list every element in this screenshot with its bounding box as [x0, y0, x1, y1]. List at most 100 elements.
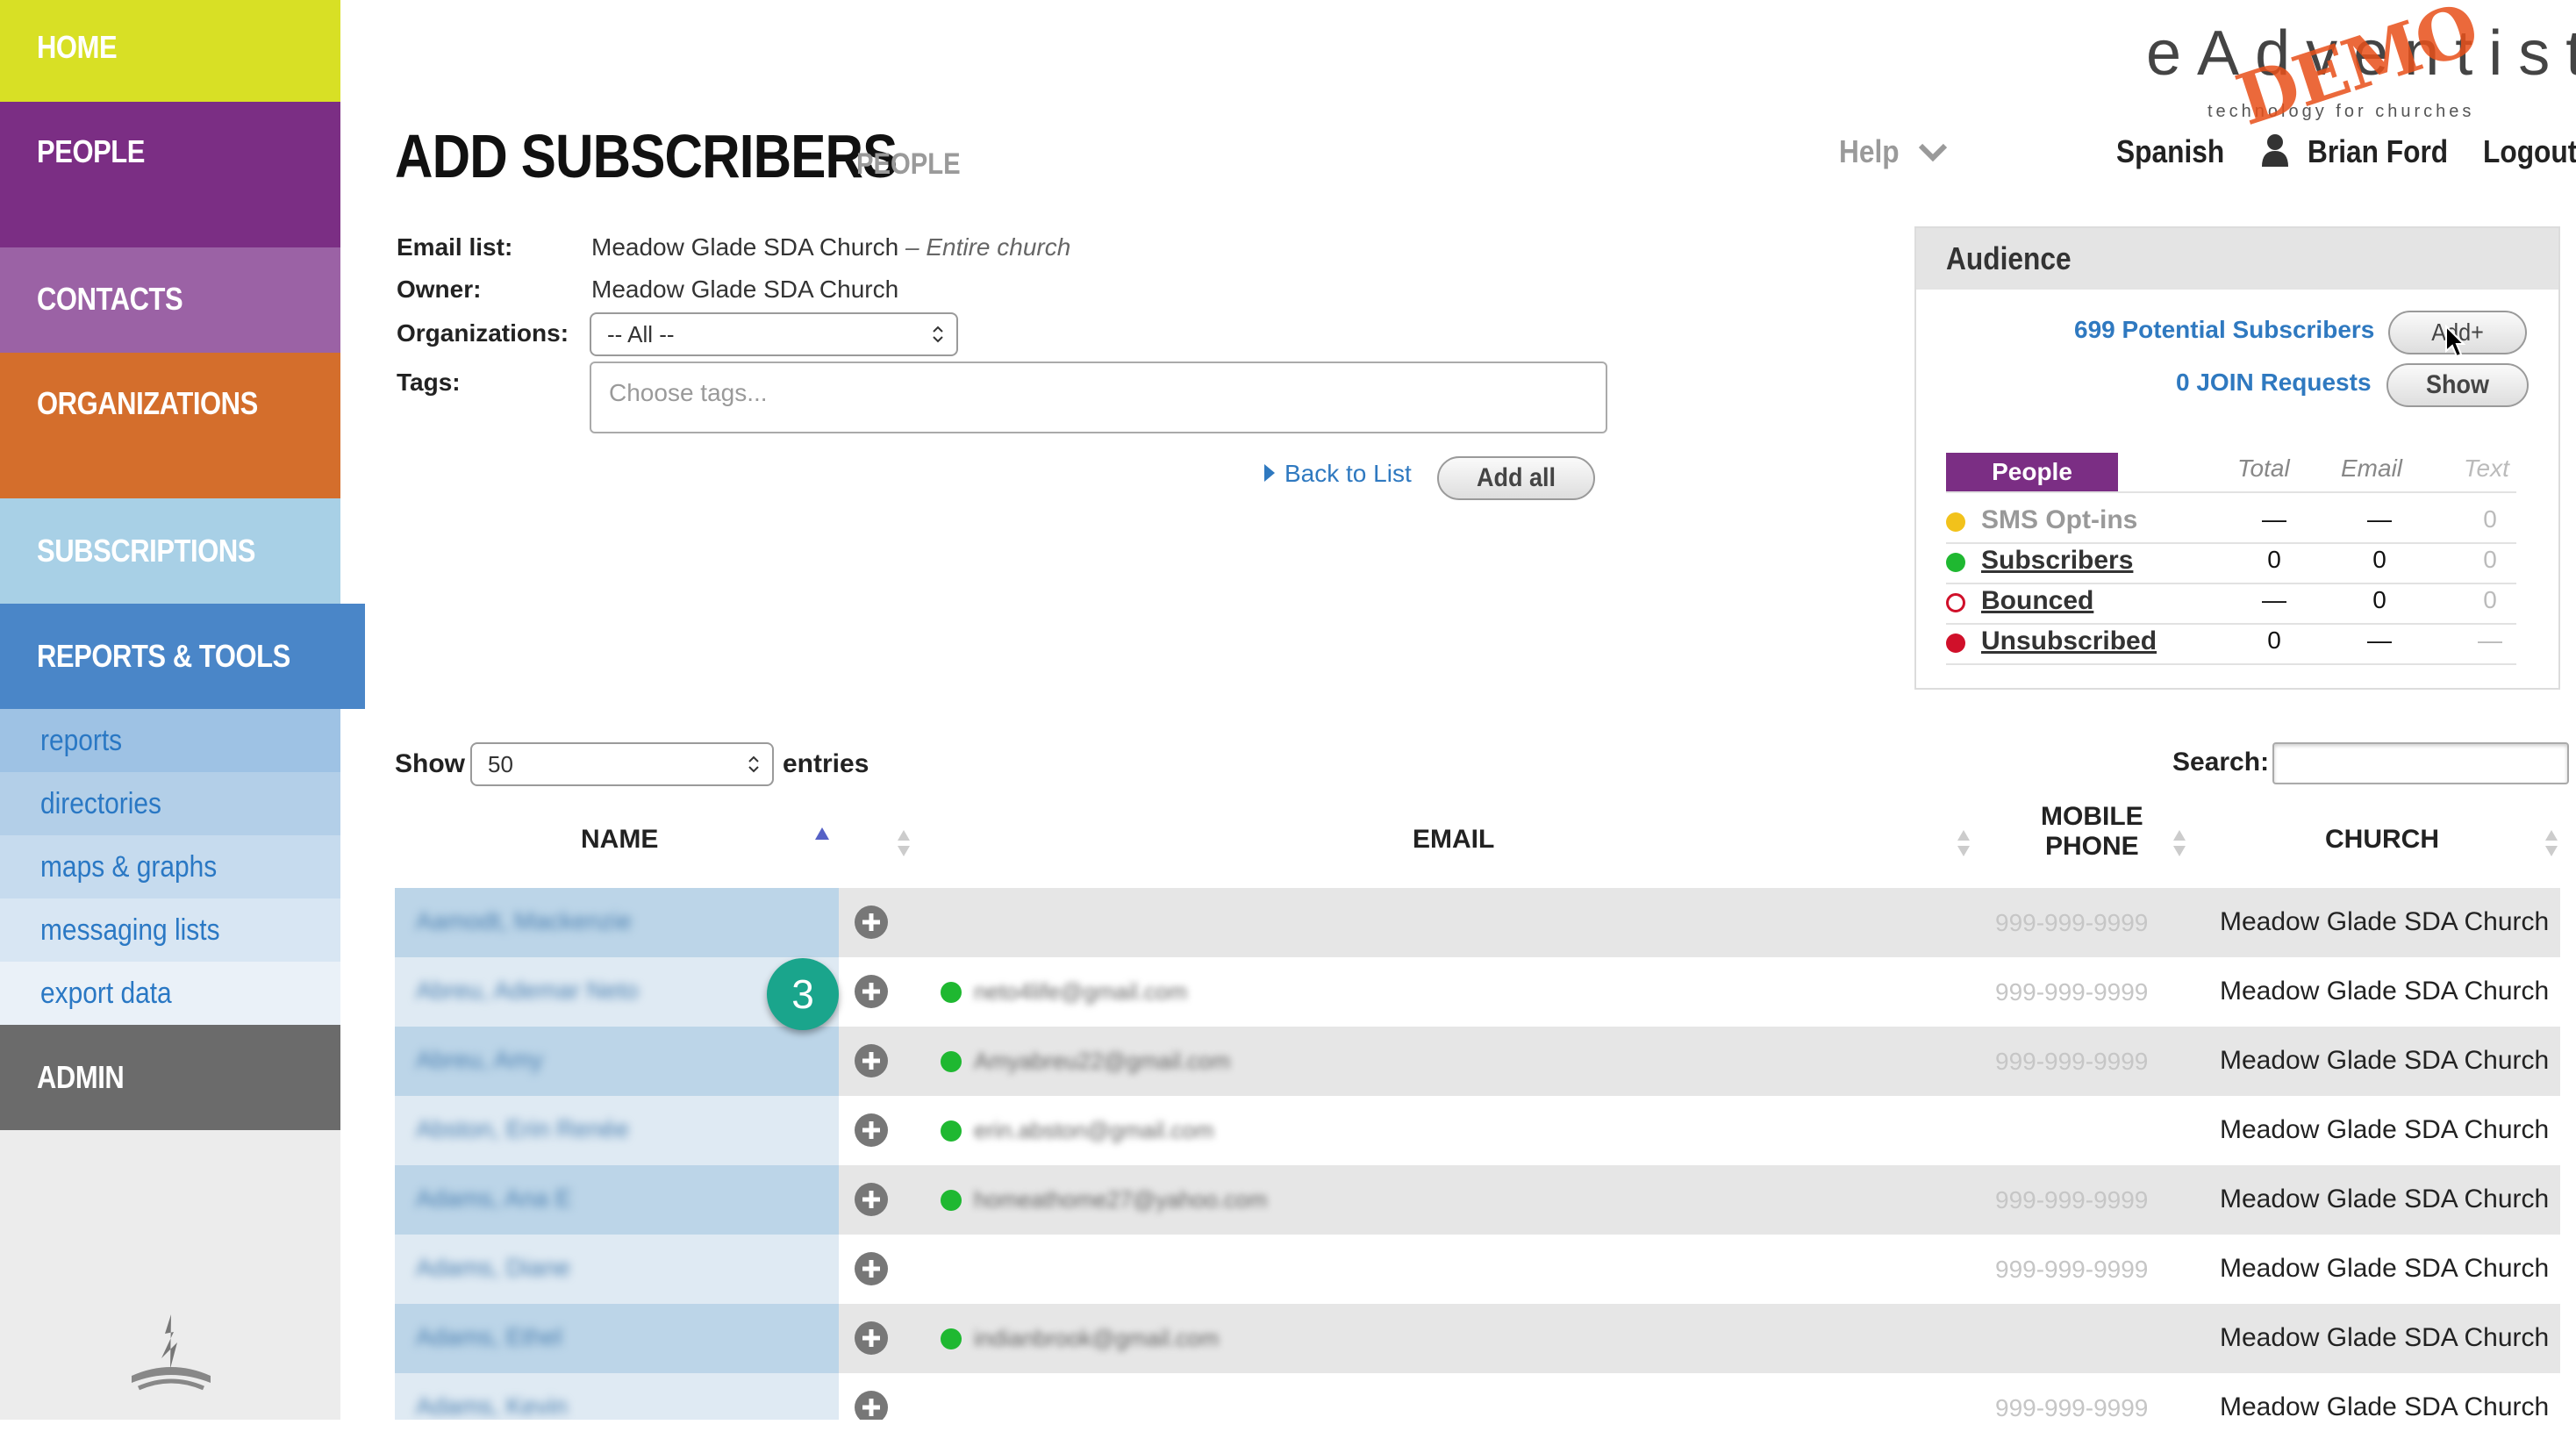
church-cell: Meadow Glade SDA Church [2220, 1392, 2550, 1420]
add-all-button[interactable]: Add all [1437, 456, 1595, 500]
nav-people[interactable]: PEOPLE [0, 102, 340, 247]
email-list-scope: – Entire church [905, 233, 1071, 261]
add-subscriber-icon[interactable] [855, 1113, 888, 1147]
audience-row-sms: SMS Opt-ins — — 0 [1946, 502, 2516, 544]
nav-home[interactable]: HOME [0, 0, 340, 102]
language-link[interactable]: Spanish [2116, 133, 2239, 170]
subscriber-name[interactable]: Adams, Diane [416, 1254, 570, 1282]
add-subscriber-icon[interactable] [855, 1044, 888, 1077]
table-row: Adams, Ana E homeathome27@yahoo.com 999-… [395, 1165, 2560, 1235]
back-to-list-link[interactable]: Back to List [1284, 460, 1412, 488]
sort-icon[interactable] [1957, 828, 1971, 858]
add-subscriber-icon[interactable] [855, 906, 888, 939]
subscriber-name[interactable]: Abston, Erin Renée [416, 1115, 629, 1143]
sort-icon[interactable] [2544, 828, 2558, 858]
add-subscriber-icon[interactable] [855, 1183, 888, 1216]
nav-reports-tools[interactable]: REPORTS & TOOLS [0, 604, 365, 709]
col-email: Email [2341, 455, 2403, 482]
email-status-dot-icon [941, 1120, 962, 1142]
mouse-cursor-icon [2445, 325, 2465, 358]
subnav-maps-graphs[interactable]: maps & graphs [0, 835, 340, 898]
email-status-dot-icon [941, 1051, 962, 1072]
nav-organizations[interactable]: ORGANIZATIONS [0, 353, 340, 498]
subscriber-name[interactable]: Adams, Ana E [416, 1185, 571, 1213]
nav-contacts[interactable]: CONTACTS [0, 247, 340, 353]
tags-input[interactable]: Choose tags... [590, 362, 1607, 433]
phone-cell: 999-999-9999 [1995, 1048, 2149, 1075]
audience-email: 0 [2372, 586, 2386, 613]
add-subscriber-icon[interactable] [855, 1321, 888, 1355]
col-email-header[interactable]: EMAIL [1413, 825, 1494, 855]
select-chevron-icon [748, 755, 759, 773]
status-dot-icon [1946, 512, 1965, 532]
subnav-messaging-lists[interactable]: messaging lists [0, 898, 340, 962]
name-cell: Adams, Diane [395, 1235, 839, 1304]
add-subscriber-icon[interactable] [855, 975, 888, 1008]
nav-admin[interactable]: ADMIN [0, 1025, 340, 1130]
audience-row-label: SMS Opt-ins [1981, 505, 2138, 534]
triangle-right-icon [1264, 464, 1275, 482]
search-input[interactable] [2272, 742, 2569, 784]
subscriber-name[interactable]: Aamodt, Mackenzie [416, 907, 632, 935]
sort-icon[interactable] [2172, 828, 2186, 858]
audience-text: 0 [2483, 546, 2497, 573]
audience-row-label[interactable]: Subscribers [1981, 546, 2133, 576]
table-row: Abreu, Ademar Neto neto4life@gmail.com 9… [395, 957, 2560, 1027]
subscriber-name[interactable]: Abreu, Ademar Neto [416, 977, 639, 1005]
email-cell: erin.abston@gmail.com [974, 1117, 1214, 1143]
table-header: NAME EMAIL MOBILE PHONE CHURCH [395, 790, 2560, 891]
audience-total: — [2262, 586, 2286, 613]
show-join-requests-button[interactable]: Show [2386, 363, 2529, 407]
church-cell: Meadow Glade SDA Church [2220, 1046, 2550, 1075]
add-subscriber-icon[interactable] [855, 1252, 888, 1285]
subscriber-name[interactable]: Abreu, Amy [416, 1046, 543, 1074]
phone-cell: 999-999-9999 [1995, 1394, 2149, 1420]
add-subscriber-icon[interactable] [855, 1391, 888, 1420]
audience-row-label[interactable]: Unsubscribed [1981, 626, 2157, 656]
potential-subscribers-link[interactable]: 699 Potential Subscribers [2074, 316, 2374, 344]
entries-label: entries [783, 749, 869, 778]
col-phone-header[interactable]: MOBILE PHONE [2041, 802, 2143, 862]
audience-email: 0 [2372, 546, 2386, 573]
chevron-down-icon [1918, 143, 1948, 162]
col-name-header[interactable]: NAME [581, 825, 658, 855]
col-phone-header-line1: MOBILE [2041, 802, 2143, 831]
sort-icon[interactable] [897, 828, 911, 858]
subnav-directories[interactable]: directories [0, 772, 340, 835]
eadventist-logo: eAdventist technology for churches DEMO [2146, 0, 2576, 141]
name-cell: Adams, Kevin [395, 1373, 839, 1420]
subscriber-name[interactable]: Adams, Kevin [416, 1392, 568, 1420]
user-name[interactable]: Brian Ford [2308, 133, 2467, 170]
subnav-export-data[interactable]: export data [0, 962, 340, 1025]
col-church-header[interactable]: CHURCH [2325, 825, 2439, 855]
audience-total: — [2262, 505, 2286, 533]
phone-cell: 999-999-9999 [1995, 1256, 2149, 1283]
nav-subscriptions[interactable]: SUBSCRIPTIONS [0, 498, 340, 604]
col-total: Total [2237, 455, 2290, 482]
entries-select[interactable]: 50 [470, 742, 774, 786]
subscriber-name[interactable]: Adams, Ethel [416, 1323, 562, 1351]
viewport-bottom [0, 1420, 2576, 1446]
status-ring-icon [1946, 593, 1965, 612]
table-row: Adams, Kevin 999-999-9999 Meadow Glade S… [395, 1373, 2560, 1420]
audience-row-subscribers[interactable]: Subscribers 0 0 0 [1946, 542, 2516, 584]
email-status-dot-icon [941, 1190, 962, 1211]
help-menu[interactable]: Help [1839, 133, 1948, 170]
subnav-reports[interactable]: reports [0, 709, 340, 772]
church-cell: Meadow Glade SDA Church [2220, 1115, 2550, 1144]
join-requests-link[interactable]: 0 JOIN Requests [2176, 369, 2372, 397]
logout-link[interactable]: Logout [2483, 133, 2576, 170]
church-logo-icon [132, 1314, 211, 1391]
church-cell: Meadow Glade SDA Church [2220, 1254, 2550, 1283]
audience-total: 0 [2267, 546, 2281, 573]
table-row: Aamodt, Mackenzie 999-999-9999 Meadow Gl… [395, 888, 2560, 957]
people-tab[interactable]: People [1946, 453, 2118, 491]
phone-cell: 999-999-9999 [1995, 1186, 2149, 1213]
sort-asc-icon[interactable] [814, 827, 830, 841]
audience-row-unsubscribed[interactable]: Unsubscribed 0 — — [1946, 623, 2516, 665]
entries-select-value: 50 [488, 751, 513, 777]
table-row: Abreu, Amy Amyabreu22@gmail.com 999-999-… [395, 1027, 2560, 1096]
organizations-select[interactable]: -- All -- [590, 312, 958, 356]
audience-row-bounced[interactable]: Bounced — 0 0 [1946, 583, 2516, 625]
audience-row-label[interactable]: Bounced [1981, 586, 2093, 616]
